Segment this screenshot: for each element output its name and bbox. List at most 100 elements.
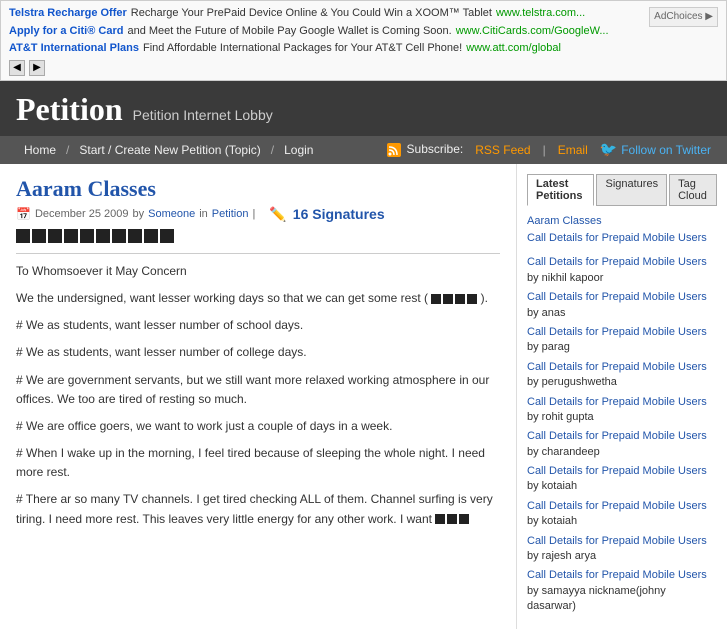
nav-sep-2: / — [269, 141, 276, 159]
sidebar-by-5: by charandeep — [527, 446, 600, 458]
sidebar-petition-1[interactable]: Call Details for Prepaid Mobile Users — [527, 231, 717, 245]
black-blocks — [16, 229, 500, 243]
sidebar-by-7: by kotaiah — [527, 515, 577, 527]
petition-divider — [16, 253, 500, 254]
petition-point-3: # We are government servants, but we sti… — [16, 371, 500, 409]
email-link[interactable]: Email — [558, 143, 588, 157]
petition-title: Aaram Classes — [16, 176, 500, 202]
petition-point-5: # When I wake up in the morning, I feel … — [16, 444, 500, 482]
content-area: Aaram Classes 📅 December 25 2009 by Some… — [0, 164, 517, 629]
inline-block-2 — [443, 294, 453, 304]
inline-block-4 — [467, 294, 477, 304]
pencil-icon: ✏️ — [269, 206, 286, 223]
inline-block-7 — [459, 514, 469, 524]
petition-point-6-text: # There ar so many TV channels. I get ti… — [16, 492, 493, 525]
inline-block-5 — [435, 514, 445, 524]
block-6 — [96, 229, 110, 243]
petition-intro-text: We the undersigned, want lesser working … — [16, 291, 428, 305]
sidebar-entry-link-1[interactable]: Call Details for Prepaid Mobile Users — [527, 291, 707, 303]
sidebar-entry-5: Call Details for Prepaid Mobile Users by… — [527, 429, 717, 460]
ad-line-3: AT&T International Plans Find Affordable… — [9, 40, 718, 58]
ad-link-3[interactable]: AT&T International Plans — [9, 40, 139, 58]
petition-date: December 25 2009 — [35, 208, 129, 220]
nav-home[interactable]: Home — [16, 141, 64, 159]
nav-login[interactable]: Login — [276, 141, 321, 159]
sidebar-entry-link-7[interactable]: Call Details for Prepaid Mobile Users — [527, 500, 707, 512]
ad-url-1: www.telstra.com... — [496, 5, 585, 23]
ad-nav: ◀ ▶ — [9, 60, 718, 76]
main-layout: Aaram Classes 📅 December 25 2009 by Some… — [0, 164, 727, 629]
ad-next-button[interactable]: ▶ — [29, 60, 45, 76]
block-2 — [32, 229, 46, 243]
signatures-link[interactable]: 16 Signatures — [293, 206, 385, 222]
ad-line-2: Apply for a Citi® Card and Meet the Futu… — [9, 23, 649, 41]
block-1 — [16, 229, 30, 243]
sidebar-entry-link-0[interactable]: Call Details for Prepaid Mobile Users — [527, 256, 707, 268]
petition-point-1: # We as students, want lesser number of … — [16, 316, 500, 335]
calendar-icon: 📅 — [16, 207, 31, 221]
ad-choices[interactable]: AdChoices ▶ — [649, 7, 718, 27]
petition-point-4: # We are office goers, we want to work j… — [16, 417, 500, 436]
block-4 — [64, 229, 78, 243]
petition-intro: We the undersigned, want lesser working … — [16, 289, 500, 308]
sidebar-entry-link-9[interactable]: Call Details for Prepaid Mobile Users — [527, 569, 707, 581]
sidebar-tabs: Latest Petitions Signatures Tag Cloud — [527, 174, 717, 206]
sidebar-entry-9: Call Details for Prepaid Mobile Users by… — [527, 568, 717, 614]
sidebar-entry-link-4[interactable]: Call Details for Prepaid Mobile Users — [527, 396, 707, 408]
rss-link[interactable]: RSS Feed — [475, 143, 530, 157]
site-header: Petition Petition Internet Lobby — [0, 81, 727, 136]
ad-text-3: Find Affordable International Packages f… — [143, 40, 462, 58]
sidebar-by-0: by nikhil kapoor — [527, 272, 603, 284]
sidebar-petitions: Aaram Classes Call Details for Prepaid M… — [527, 214, 717, 246]
sidebar-by-9: by samayya nickname(johny dasarwar) — [527, 585, 666, 612]
block-8 — [128, 229, 142, 243]
petition-salutation: To Whomsoever it May Concern — [16, 262, 500, 281]
rss-icon — [387, 143, 401, 157]
nav-bar: Home / Start / Create New Petition (Topi… — [0, 136, 727, 164]
meta-by: by — [133, 208, 145, 220]
signatures-badge: ✏️ 16 Signatures — [269, 206, 384, 223]
sidebar-by-3: by perugushwetha — [527, 376, 617, 388]
twitter-icon: 🐦 — [600, 141, 617, 158]
sidebar-entry-link-2[interactable]: Call Details for Prepaid Mobile Users — [527, 326, 707, 338]
sidebar-by-6: by kotaiah — [527, 480, 577, 492]
ad-url-2: www.CitiCards.com/GoogleW... — [456, 23, 609, 41]
sidebar-entry-6: Call Details for Prepaid Mobile Users by… — [527, 464, 717, 495]
block-10 — [160, 229, 174, 243]
petition-point-2: # We as students, want lesser number of … — [16, 343, 500, 362]
ad-line-1: Telstra Recharge Offer Recharge Your Pre… — [9, 5, 649, 23]
petition-body: To Whomsoever it May Concern We the unde… — [16, 262, 500, 529]
sidebar-entry-link-3[interactable]: Call Details for Prepaid Mobile Users — [527, 361, 707, 373]
sidebar-entry-8: Call Details for Prepaid Mobile Users by… — [527, 534, 717, 565]
tab-signatures[interactable]: Signatures — [596, 174, 667, 206]
ad-url-3: www.att.com/global — [466, 40, 561, 58]
sidebar-entry-link-5[interactable]: Call Details for Prepaid Mobile Users — [527, 430, 707, 442]
sidebar-entry-7: Call Details for Prepaid Mobile Users by… — [527, 499, 717, 530]
twitter-follow-link[interactable]: 🐦 Follow on Twitter — [600, 141, 711, 158]
ad-text-1: Recharge Your PrePaid Device Online & Yo… — [131, 5, 492, 23]
sidebar-entry-4: Call Details for Prepaid Mobile Users by… — [527, 395, 717, 426]
sidebar-by-1: by anas — [527, 307, 566, 319]
ad-text-2: and Meet the Future of Mobile Pay Google… — [127, 23, 451, 41]
sidebar-entry-0: Call Details for Prepaid Mobile Users by… — [527, 255, 717, 286]
ad-link-1[interactable]: Telstra Recharge Offer — [9, 5, 127, 23]
sidebar-petition-0[interactable]: Aaram Classes — [527, 214, 717, 228]
sidebar-by-4: by rohit gupta — [527, 411, 594, 423]
tab-tag-cloud[interactable]: Tag Cloud — [669, 174, 717, 206]
subscribe-label: Subscribe: — [387, 142, 463, 157]
ad-prev-button[interactable]: ◀ — [9, 60, 25, 76]
petition-category-link[interactable]: Petition — [212, 208, 249, 220]
subscribe-sep: | — [543, 143, 546, 157]
subscribe-area: Subscribe: RSS Feed | Email 🐦 Follow on … — [387, 141, 711, 158]
block-3 — [48, 229, 62, 243]
inline-block-6 — [447, 514, 457, 524]
ad-link-2[interactable]: Apply for a Citi® Card — [9, 23, 123, 41]
sidebar-by-2: by parag — [527, 341, 570, 353]
sidebar-entry-link-6[interactable]: Call Details for Prepaid Mobile Users — [527, 465, 707, 477]
nav-create[interactable]: Start / Create New Petition (Topic) — [71, 141, 268, 159]
tab-latest-petitions[interactable]: Latest Petitions — [527, 174, 594, 206]
site-title: Petition — [16, 91, 123, 128]
petition-author-link[interactable]: Someone — [148, 208, 195, 220]
inline-block-1 — [431, 294, 441, 304]
nav-links: Home / Start / Create New Petition (Topi… — [16, 141, 321, 159]
